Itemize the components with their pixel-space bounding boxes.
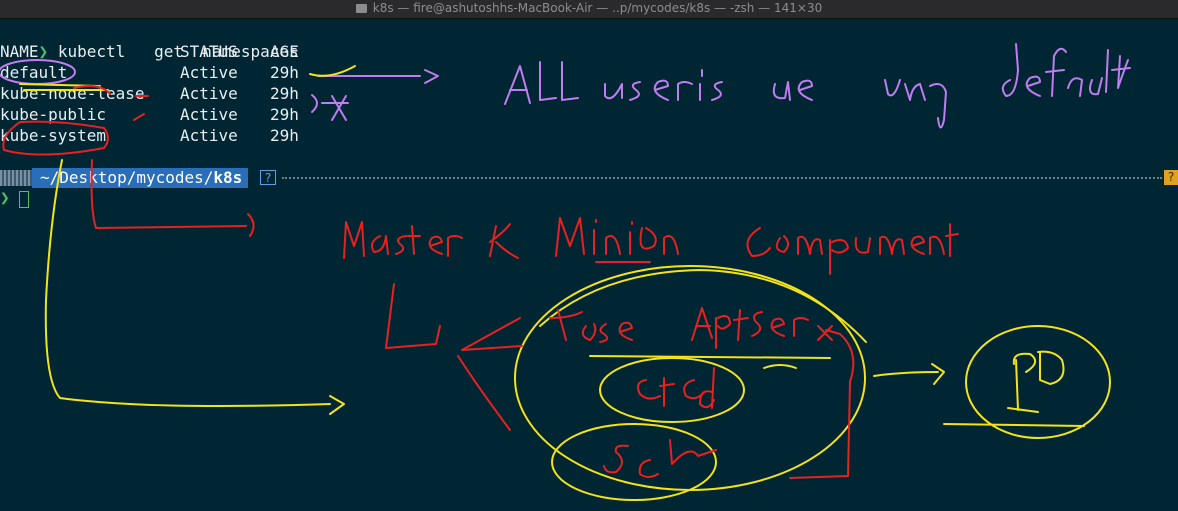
prompt-end-segment: ? [1164,170,1178,185]
command-line: ❯ kubectl get namespaces [0,20,299,61]
header-name: NAME [0,42,39,61]
prompt-os-segment [0,170,32,186]
prompt-path: ~/Desktop/mycodes/k8s [32,168,249,188]
table-row: default Active 29h [0,62,320,83]
window-title: k8s — fire@ashutoshhs-MacBook-Air — ..p/… [0,1,1178,15]
prompt-path-prefix: ~/Desktop/mycodes/ [40,168,214,187]
window-title-text: k8s — fire@ashutoshhs-MacBook-Air — ..p/… [372,1,823,15]
namespace-age: 29h [270,105,299,124]
prompt-path-dir: k8s [213,168,243,187]
table-header: NAME STATUS AGE [0,41,320,62]
folder-icon [355,4,367,13]
terminal-area[interactable]: ❯ kubectl get namespaces NAME STATUS AGE… [0,20,1178,511]
header-status: STATUS [180,42,238,61]
table-row: kube-public Active 29h [0,104,320,125]
namespace-age: 29h [270,126,299,145]
namespace-name: kube-node-lease [0,84,145,103]
namespace-status: Active [180,84,238,103]
namespace-name: default [0,63,68,82]
namespace-status: Active [180,105,238,124]
table-row: kube-system Active 29h [0,125,320,146]
namespace-status: Active [180,63,238,82]
namespace-age: 29h [270,63,299,82]
header-age: AGE [270,42,299,61]
table-row: kube-node-lease Active 29h [0,83,320,104]
window-titlebar[interactable]: k8s — fire@ashutoshhs-MacBook-Air — ..p/… [0,0,1178,19]
prompt-chevron-icon: ❯ [0,188,10,207]
prompt-filler [282,177,1162,179]
namespace-status: Active [180,126,238,145]
prompt-bar: ~/Desktop/mycodes/k8s ? ? [0,168,1178,188]
input-line[interactable]: ❯ [0,188,29,209]
namespace-name: kube-system [0,126,106,145]
namespace-age: 29h [270,84,299,103]
prompt-help-icon: ? [260,170,276,185]
namespace-name: kube-public [0,105,106,124]
text-cursor[interactable] [19,191,29,208]
